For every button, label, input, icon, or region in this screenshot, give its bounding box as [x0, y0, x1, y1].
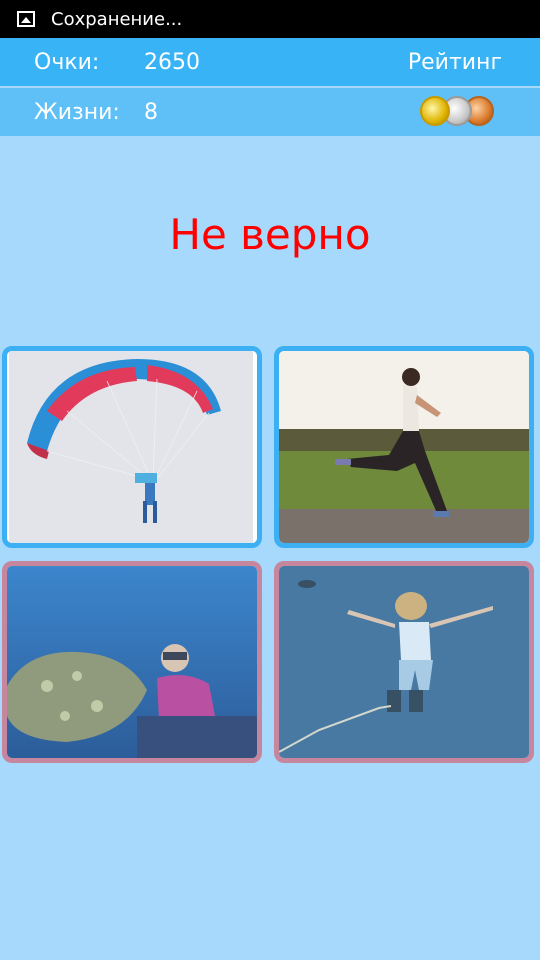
score-value: 2650 — [144, 49, 200, 75]
status-bar: Сохранение... — [0, 0, 540, 38]
answer-tile-bungee-jumper[interactable] — [274, 561, 534, 763]
result-message: Не верно — [169, 210, 371, 259]
medals-icon[interactable] — [420, 96, 494, 128]
status-text: Сохранение... — [51, 8, 183, 30]
score-label: Очки: — [34, 49, 100, 75]
lives-value: 8 — [144, 99, 158, 125]
answer-tile-scuba-diver[interactable] — [2, 561, 262, 763]
score-bar: Очки: 2650 Рейтинг — [0, 38, 540, 86]
gold-medal-icon — [420, 96, 450, 126]
rating-button[interactable]: Рейтинг — [408, 50, 502, 75]
answer-tile-paraglider[interactable] — [2, 346, 262, 548]
lives-label: Жизни: — [34, 99, 120, 125]
answer-tile-runner[interactable] — [274, 346, 534, 548]
runner-photo — [279, 351, 529, 543]
bungee-jumper-photo — [279, 566, 529, 758]
scuba-diver-photo — [7, 566, 257, 758]
paraglider-photo — [7, 351, 257, 543]
image-icon — [17, 11, 35, 27]
